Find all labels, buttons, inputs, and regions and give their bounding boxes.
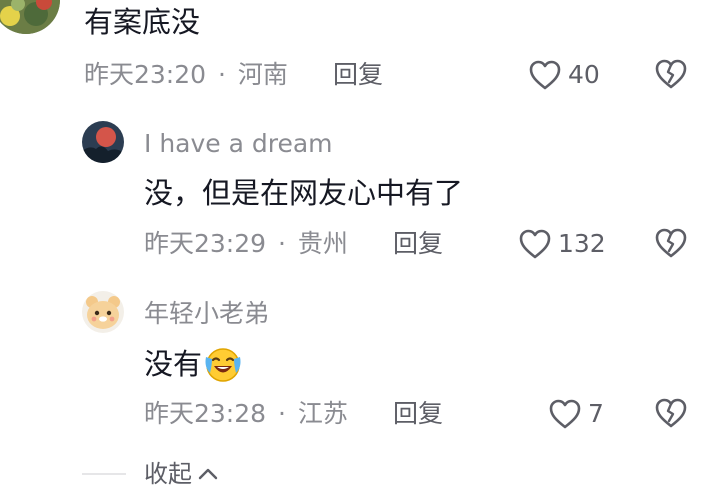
comment-location: 贵州 (297, 229, 348, 258)
chevron-up-icon (198, 468, 218, 480)
avatar[interactable] (0, 0, 60, 34)
laughing-crying-face-icon (205, 348, 241, 382)
avatar[interactable] (82, 121, 124, 163)
avatar[interactable] (82, 291, 124, 333)
comment-text: 有案底没 (84, 5, 201, 39)
reply-button[interactable]: 回复 (393, 229, 443, 259)
dislike-button[interactable] (654, 227, 688, 263)
collapse-divider (82, 473, 126, 475)
comment-time: 昨天23:28 (144, 399, 267, 428)
like-count: 7 (588, 399, 604, 428)
broken-heart-icon (655, 228, 687, 258)
like-button[interactable]: 7 (548, 397, 604, 431)
comment-text-content: 没有 (144, 347, 203, 381)
comment-time: 昨天23:20 (84, 60, 207, 89)
reply-button[interactable]: 回复 (393, 399, 443, 429)
dislike-button[interactable] (654, 58, 688, 94)
heart-icon (529, 60, 561, 90)
like-count: 132 (558, 229, 606, 258)
comment-text: 没有 (144, 345, 242, 383)
comment-location: 河南 (237, 60, 288, 89)
meta-separator: · (278, 229, 286, 258)
username[interactable]: 年轻小老弟 (144, 299, 269, 329)
dislike-button[interactable] (654, 397, 688, 433)
avatar-image (82, 291, 124, 333)
heart-icon (549, 399, 581, 429)
meta-separator: · (218, 60, 226, 89)
like-count: 40 (568, 60, 600, 89)
broken-heart-icon (655, 59, 687, 89)
reply-button[interactable]: 回复 (333, 60, 383, 90)
comment-meta: 昨天23:20 · 河南 (84, 60, 288, 90)
comment-time: 昨天23:29 (144, 229, 267, 258)
avatar-image (82, 121, 124, 163)
meta-separator: · (278, 399, 286, 428)
heart-icon (519, 229, 551, 259)
like-button[interactable]: 40 (528, 58, 600, 92)
like-button[interactable]: 132 (518, 227, 606, 261)
collapse-button[interactable]: 收起 (144, 459, 220, 489)
comment-location: 江苏 (297, 399, 348, 428)
avatar-image (0, 0, 60, 34)
broken-heart-icon (655, 398, 687, 428)
comment-meta: 昨天23:29 · 贵州 (144, 229, 348, 259)
collapse-label: 收起 (144, 460, 192, 488)
comment-meta: 昨天23:28 · 江苏 (144, 399, 348, 429)
comment-text: 没，但是在网友心中有了 (144, 176, 464, 210)
username[interactable]: I have a dream (144, 129, 333, 159)
